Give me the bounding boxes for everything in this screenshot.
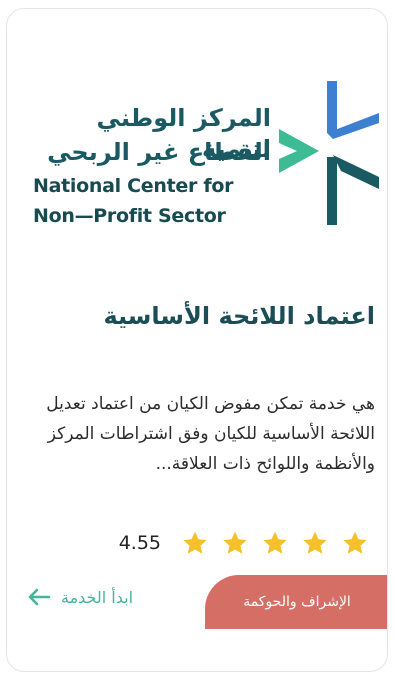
star-icon bbox=[295, 528, 335, 558]
logo-mark-icon bbox=[279, 81, 379, 225]
category-badge: الإشراف والحوكمة bbox=[205, 575, 387, 629]
start-service-link[interactable]: ابدأ الخدمة bbox=[27, 581, 133, 613]
rating: 4.55 bbox=[30, 523, 375, 563]
start-service-label: ابدأ الخدمة bbox=[61, 587, 134, 607]
service-card[interactable]: المركز الوطني لتنمية القطاع غير الربحي N… bbox=[6, 8, 388, 672]
logo-arabic-line-2: القطاع غير الربحي bbox=[47, 138, 271, 166]
logo-english-line-2: Non—Profit Sector bbox=[33, 205, 226, 227]
logo-english-line-1: National Center for bbox=[33, 175, 234, 197]
star-icon bbox=[255, 528, 295, 558]
star-icon bbox=[215, 528, 255, 558]
ncnp-logo: المركز الوطني لتنمية القطاع غير الربحي N… bbox=[31, 71, 381, 231]
arrow-left-icon bbox=[27, 588, 51, 606]
rating-value: 4.55 bbox=[118, 532, 161, 554]
service-description: هي خدمة تمكن مفوض الكيان من اعتماد تعديل… bbox=[46, 394, 375, 474]
service-title[interactable]: اعتماد اللائحة الأساسية bbox=[35, 296, 375, 336]
star-icon bbox=[175, 528, 215, 558]
star-icon bbox=[335, 528, 375, 558]
